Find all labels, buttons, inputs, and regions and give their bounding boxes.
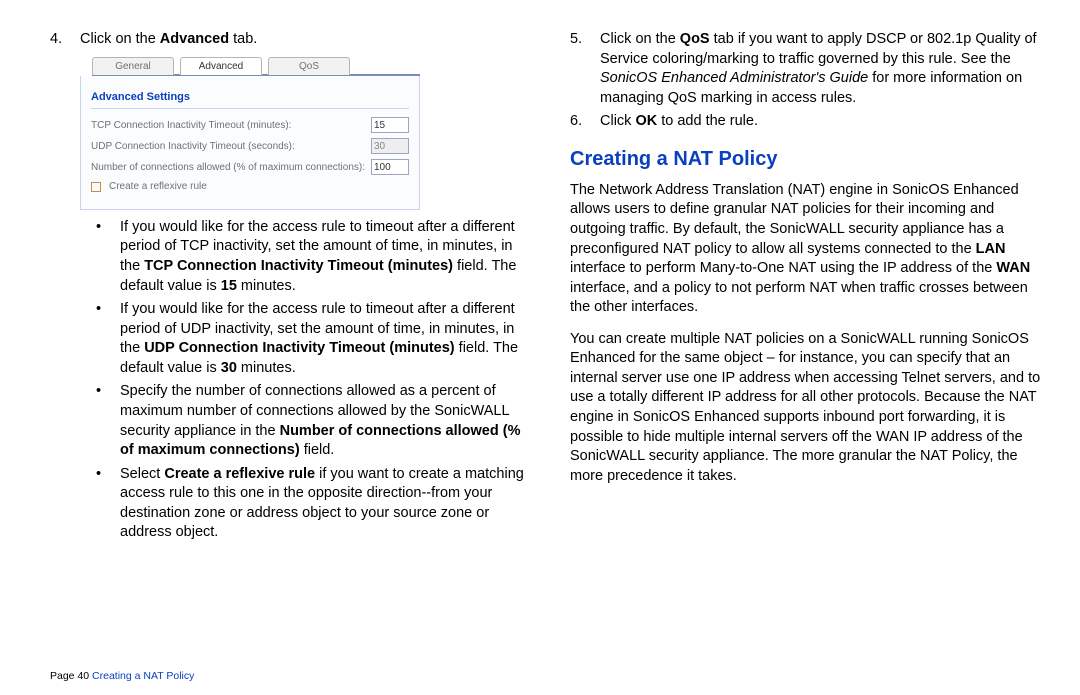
step-6: 6. Click OK to add the rule. (570, 112, 1050, 132)
p1-b2: WAN (996, 260, 1030, 276)
step-4-text-post: tab. (229, 31, 257, 47)
bullet-reflexive: Select Create a reflexive rule if you wa… (92, 465, 530, 543)
row-tcp-label: TCP Connection Inactivity Timeout (minut… (91, 119, 367, 133)
nat-para-1: The Network Address Translation (NAT) en… (570, 181, 1050, 318)
left-steps: 4. Click on the Advanced tab. (50, 30, 530, 50)
row-conn-label: Number of connections allowed (% of maxi… (91, 161, 367, 175)
step-4-bold: Advanced (160, 31, 229, 47)
s5-pre: Click on the (600, 31, 680, 47)
left-column: 4. Click on the Advanced tab. General Ad… (50, 30, 530, 685)
tab-general[interactable]: General (92, 57, 174, 75)
b1-post: minutes. (237, 278, 296, 294)
row-reflexive: Create a reflexive rule (91, 180, 409, 194)
s5-b1: QoS (680, 31, 710, 47)
reflexive-label: Create a reflexive rule (109, 180, 409, 194)
s5-ital: SonicOS Enhanced Administrator's Guide (600, 70, 868, 86)
step-4-text-pre: Click on the (80, 31, 160, 47)
step-4-number: 4. (50, 30, 62, 50)
row-conn: Number of connections allowed (% of maxi… (91, 159, 409, 175)
bullet-tcp: If you would like for the access rule to… (92, 218, 530, 296)
tab-qos[interactable]: QoS (268, 57, 350, 75)
step-5-number: 5. (570, 30, 582, 50)
b2-bold: UDP Connection Inactivity Timeout (minut… (144, 340, 454, 356)
panel-body: Advanced Settings TCP Connection Inactiv… (80, 76, 420, 210)
page-body: 4. Click on the Advanced tab. General Ad… (0, 0, 1080, 695)
advanced-settings-panel: General Advanced QoS Advanced Settings T… (80, 56, 420, 210)
b2-bold2: 30 (221, 360, 237, 376)
nat-para-2: You can create multiple NAT policies on … (570, 330, 1050, 487)
p1-b1: LAN (976, 241, 1006, 257)
b2-post: minutes. (237, 360, 296, 376)
row-udp-input[interactable] (371, 138, 409, 154)
row-tcp-input[interactable] (371, 117, 409, 133)
b1-bold: TCP Connection Inactivity Timeout (minut… (144, 258, 453, 274)
step-5: 5. Click on the QoS tab if you want to a… (570, 30, 1050, 108)
row-udp: UDP Connection Inactivity Timeout (secon… (91, 138, 409, 154)
s6-post: to add the rule. (657, 113, 758, 129)
step-4: 4. Click on the Advanced tab. (50, 30, 530, 50)
s6-bold: OK (635, 113, 657, 129)
row-tcp: TCP Connection Inactivity Timeout (minut… (91, 117, 409, 133)
s6-pre: Click (600, 113, 635, 129)
p1-pre: The Network Address Translation (NAT) en… (570, 182, 1019, 257)
row-udp-label: UDP Connection Inactivity Timeout (secon… (91, 140, 367, 154)
page-footer: Page 40 Creating a NAT Policy (50, 669, 194, 683)
bullet-udp: If you would like for the access rule to… (92, 300, 530, 378)
footer-page: Page 40 (50, 670, 92, 682)
p1-mid: interface to perform Many-to-One NAT usi… (570, 260, 996, 276)
section-heading-nat: Creating a NAT Policy (570, 146, 1050, 173)
row-conn-input[interactable] (371, 159, 409, 175)
right-column: 5. Click on the QoS tab if you want to a… (570, 30, 1050, 685)
right-steps: 5. Click on the QoS tab if you want to a… (570, 30, 1050, 132)
tab-advanced[interactable]: Advanced (180, 57, 262, 75)
panel-heading: Advanced Settings (91, 84, 409, 110)
footer-link: Creating a NAT Policy (92, 670, 194, 682)
b4-pre: Select (120, 466, 164, 482)
advanced-bullets: If you would like for the access rule to… (92, 218, 530, 543)
b3-post: field. (300, 442, 335, 458)
reflexive-checkbox[interactable] (91, 182, 101, 192)
p1-post: interface, and a policy to not perform N… (570, 280, 1028, 316)
b1-bold2: 15 (221, 278, 237, 294)
b4-bold: Create a reflexive rule (164, 466, 315, 482)
bullet-conn: Specify the number of connections allowe… (92, 382, 530, 460)
tabs-bar: General Advanced QoS (92, 56, 420, 76)
step-6-number: 6. (570, 112, 582, 132)
